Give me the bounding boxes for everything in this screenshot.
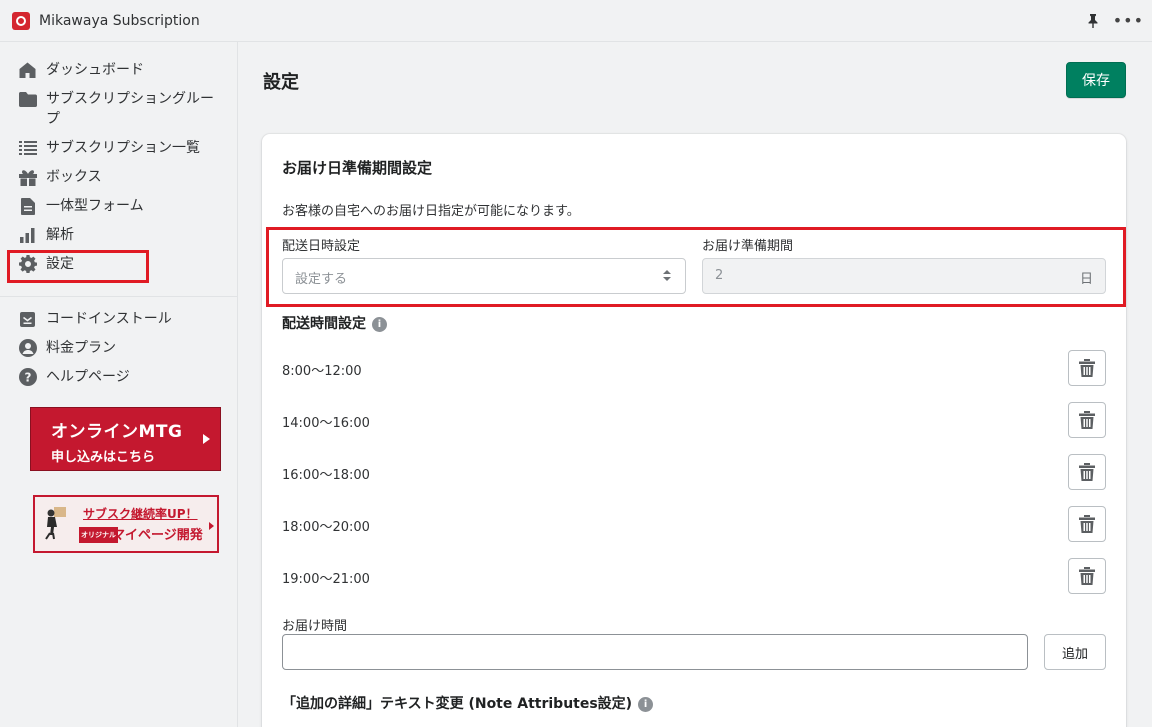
sidebar-item-label: 一体型フォーム: [46, 198, 144, 214]
time-slot-label: 16:00〜18:00: [282, 468, 370, 483]
delivery-prep-title: お届け日準備期間設定: [282, 159, 433, 177]
mypage-dev-banner[interactable]: サブスク継続率UP！ オリジナル マイページ開発: [33, 495, 219, 553]
user-icon: [18, 338, 37, 358]
info-icon[interactable]: i: [638, 697, 654, 712]
trash-icon: [1079, 359, 1095, 377]
sidebar-item-integrated-form[interactable]: 一体型フォーム: [0, 196, 237, 225]
settings-card: お届け日準備期間設定 お客様の自宅へのお届け日指定が可能になります。 配送日時設…: [262, 134, 1126, 727]
sidebar-item-label: ボックス: [46, 169, 102, 185]
gift-icon: [18, 167, 37, 187]
delete-time-slot-button[interactable]: [1068, 402, 1106, 438]
home-icon: [18, 60, 37, 80]
sidebar-divider: [0, 296, 238, 297]
time-slot-row: 14:00〜16:00: [282, 402, 1106, 438]
sidebar-item-dashboard[interactable]: ダッシュボード: [0, 60, 237, 89]
add-time-slot-button[interactable]: 追加: [1044, 634, 1106, 670]
trash-icon: [1079, 515, 1095, 533]
time-slot-row: 16:00〜18:00: [282, 454, 1106, 490]
chevron-right-icon: [203, 434, 210, 444]
folder-icon: [18, 89, 37, 109]
online-mtg-banner[interactable]: オンラインMTG 申し込みはこちら: [30, 407, 221, 471]
sidebar-item-code-install[interactable]: コードインストール: [0, 309, 237, 338]
delivery-time-input-label: お届け時間: [282, 619, 348, 634]
trash-icon: [1079, 463, 1095, 481]
delete-time-slot-button[interactable]: [1068, 506, 1106, 542]
banner-mtg-title: オンラインMTG: [51, 422, 183, 442]
app-title: Mikawaya Subscription: [39, 12, 200, 29]
delivery-prep-description: お客様の自宅へのお届け日指定が可能になります。: [282, 204, 580, 219]
delete-time-slot-button[interactable]: [1068, 558, 1106, 594]
delivery-time-title-text: 配送時間設定: [282, 316, 366, 332]
top-bar: Mikawaya Subscription •••: [0, 0, 1152, 42]
sidebar-item-subscription-groups[interactable]: サブスクリプショングループ: [0, 89, 237, 138]
sidebar-item-label: 料金プラン: [46, 340, 116, 356]
svg-text:?: ?: [24, 371, 31, 385]
delete-time-slot-button[interactable]: [1068, 454, 1106, 490]
banner-mypage-subtitle: マイページ開発: [112, 528, 203, 543]
time-slot-label: 8:00〜12:00: [282, 364, 362, 379]
sidebar-item-subscription-list[interactable]: サブスクリプション一覧: [0, 138, 237, 167]
list-icon: [18, 138, 37, 158]
bar-chart-icon: [18, 225, 37, 245]
time-slot-label: 18:00〜20:00: [282, 520, 370, 535]
info-icon[interactable]: i: [372, 317, 387, 332]
chevron-right-icon: [209, 522, 214, 530]
pin-icon[interactable]: [1087, 14, 1099, 28]
sidebar-item-label: ヘルプページ: [46, 369, 130, 385]
more-icon[interactable]: •••: [1113, 13, 1144, 29]
time-slot-row: 18:00〜20:00: [282, 506, 1106, 542]
sidebar-item-pricing-plan[interactable]: 料金プラン: [0, 338, 237, 367]
banner-mtg-subtitle: 申し込みはこちら: [51, 450, 156, 465]
trash-icon: [1079, 411, 1095, 429]
document-icon: [18, 196, 37, 216]
sidebar-item-label: サブスクリプショングループ: [46, 91, 214, 127]
delivery-time-input[interactable]: [282, 634, 1028, 670]
time-slot-row: 8:00〜12:00: [282, 350, 1106, 386]
download-icon: [18, 309, 37, 329]
time-slot-label: 14:00〜16:00: [282, 416, 370, 431]
time-slot-row: 19:00〜21:00: [282, 558, 1106, 594]
time-slot-label: 19:00〜21:00: [282, 572, 370, 587]
sidebar-item-label: ダッシュボード: [46, 62, 144, 78]
sidebar: ダッシュボード サブスクリプショングループ サブスクリプション一覧 ボックス 一…: [0, 42, 238, 727]
sidebar-item-label: コードインストール: [46, 311, 172, 327]
trash-icon: [1079, 567, 1095, 585]
note-attributes-title: 「追加の詳細」テキスト変更 (Note Attributes設定) i: [282, 693, 654, 713]
banner-mypage-title: サブスク継続率UP！: [83, 507, 198, 521]
question-icon: ?: [18, 367, 37, 387]
delivery-settings-highlight-box: [266, 227, 1126, 307]
sidebar-item-label: サブスクリプション一覧: [46, 140, 200, 156]
delivery-person-illustration: [45, 507, 66, 540]
settings-highlight-box: [7, 250, 149, 283]
app-logo-icon: [12, 11, 30, 30]
sidebar-item-help[interactable]: ? ヘルプページ: [0, 367, 237, 396]
note-attributes-title-text: 「追加の詳細」テキスト変更 (Note Attributes設定): [282, 696, 633, 712]
page-title: 設定: [263, 72, 299, 93]
delivery-time-title: 配送時間設定 i: [282, 313, 387, 333]
sidebar-item-label: 解析: [46, 227, 74, 243]
sidebar-item-box[interactable]: ボックス: [0, 167, 237, 196]
save-button[interactable]: 保存: [1066, 62, 1126, 98]
delete-time-slot-button[interactable]: [1068, 350, 1106, 386]
